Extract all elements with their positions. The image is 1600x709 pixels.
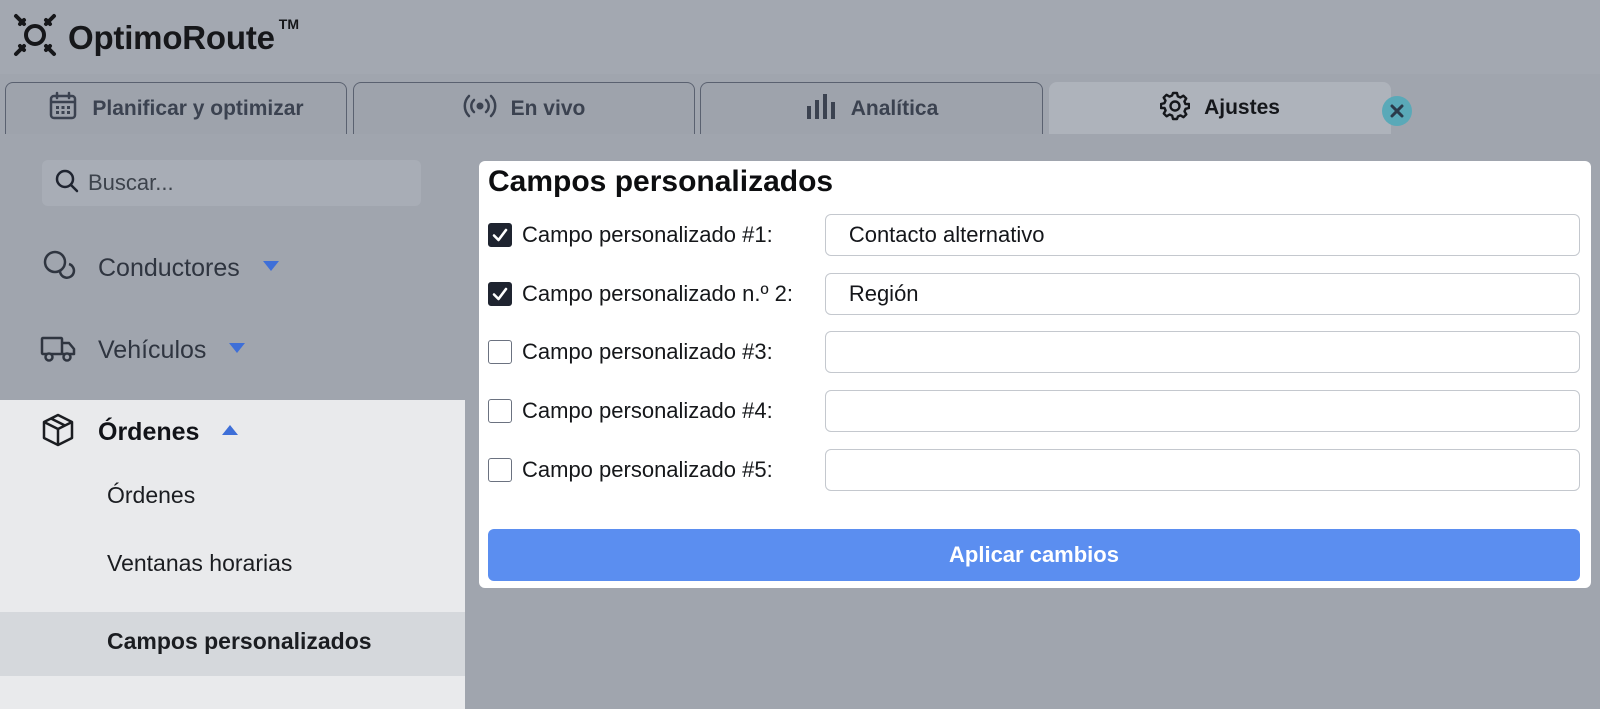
app-header: OptimoRoute TM <box>0 0 1600 74</box>
bar-chart-icon <box>805 92 837 125</box>
apply-changes-button[interactable]: Aplicar cambios <box>488 529 1580 581</box>
trademark-symbol: TM <box>278 15 299 32</box>
custom-field-row: Campo personalizado #4: <box>488 389 1580 433</box>
search-box[interactable] <box>42 160 421 206</box>
checkbox[interactable] <box>488 340 512 364</box>
tab-label: Planificar y optimizar <box>92 96 304 120</box>
custom-field-input[interactable] <box>824 214 1580 256</box>
broadcast-icon <box>463 93 497 124</box>
search-input[interactable] <box>88 170 388 196</box>
field-label: Campo personalizado #3: <box>522 339 773 364</box>
tab-planificar[interactable]: Planificar y optimizar <box>5 82 347 134</box>
field-label: Campo personalizado n.º 2: <box>522 281 793 306</box>
sidebar-item-label: Conductores <box>98 254 240 282</box>
tab-en-vivo[interactable]: En vivo <box>353 82 695 134</box>
custom-field-row: Campo personalizado #5: <box>488 448 1580 492</box>
custom-field-input[interactable] <box>824 390 1580 432</box>
app-name: OptimoRoute <box>68 18 275 56</box>
custom-field-row: Campo personalizado #1: <box>488 213 1580 257</box>
custom-field-input[interactable] <box>824 331 1580 373</box>
checkbox[interactable] <box>488 458 512 482</box>
sidebar-item-label: Órdenes <box>98 418 200 446</box>
sidebar-subitem-campos-personalizados[interactable]: Campos personalizados <box>107 628 372 655</box>
gear-icon <box>1159 91 1191 126</box>
custom-field-row: Campo personalizado #3: <box>488 330 1580 374</box>
custom-field-input[interactable] <box>824 449 1580 491</box>
box-icon <box>40 412 76 453</box>
search-icon <box>54 168 80 199</box>
sidebar-item-conductores[interactable]: Conductores <box>40 248 280 289</box>
custom-field-row: Campo personalizado n.º 2: <box>488 272 1580 316</box>
caret-down-icon <box>228 341 246 360</box>
sidebar-item-ordenes[interactable]: Órdenes <box>40 412 239 453</box>
field-label: Campo personalizado #4: <box>522 398 773 423</box>
caret-down-icon <box>262 259 280 278</box>
sidebar-item-vehiculos[interactable]: Vehículos <box>40 330 246 371</box>
driver-icon <box>40 248 76 289</box>
tab-ajustes[interactable]: Ajustes <box>1049 82 1391 134</box>
optimoroute-logo-icon <box>10 10 60 65</box>
field-label: Campo personalizado #1: <box>522 222 773 247</box>
tab-bar: Planificar y optimizar En vivo Analítica <box>0 74 1600 134</box>
sidebar: Conductores Vehículos Órdenes <box>0 134 465 709</box>
custom-field-input[interactable] <box>824 273 1580 315</box>
field-label: Campo personalizado #5: <box>522 457 773 482</box>
page-title: Campos personalizados <box>488 165 834 198</box>
tab-label: Analítica <box>850 96 939 120</box>
caret-up-icon <box>221 423 239 442</box>
truck-icon <box>40 330 76 371</box>
custom-fields-card: Campos personalizados Campo personalizad… <box>479 161 1591 588</box>
sidebar-item-label: Vehículos <box>98 336 207 364</box>
close-icon[interactable] <box>1382 96 1412 126</box>
orders-panel: Órdenes Órdenes Ventanas horarias Campos… <box>0 400 465 709</box>
checkbox[interactable] <box>488 223 512 247</box>
checkbox[interactable] <box>488 282 512 306</box>
sidebar-subitem-ordenes[interactable]: Órdenes <box>107 482 195 509</box>
tab-analitica[interactable]: Analítica <box>700 82 1043 134</box>
calendar-icon <box>48 91 78 126</box>
logo[interactable]: OptimoRoute TM <box>10 10 299 65</box>
tab-label: En vivo <box>510 96 586 120</box>
sidebar-subitem-ventanas-horarias[interactable]: Ventanas horarias <box>107 550 292 577</box>
tab-label: Ajustes <box>1204 96 1280 119</box>
checkbox[interactable] <box>488 399 512 423</box>
